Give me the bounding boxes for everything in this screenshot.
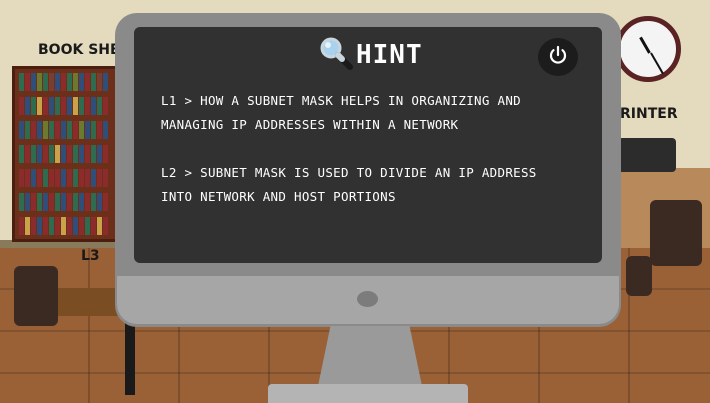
shelf-row <box>19 121 113 139</box>
shelf-row <box>19 217 113 235</box>
power-icon <box>547 44 569 70</box>
printer[interactable] <box>618 138 676 172</box>
monitor-stand-base <box>268 384 468 403</box>
hint-header: HINT <box>318 36 423 74</box>
hint-line: INTO NETWORK AND HOST PORTIONS <box>161 189 396 204</box>
shelf-row <box>19 145 113 163</box>
chair <box>650 200 702 266</box>
wall-clock <box>615 16 681 82</box>
bookshelf-sign: BOOK SHE <box>38 42 120 58</box>
shelf-row <box>19 193 113 211</box>
monitor-power-light <box>357 291 378 307</box>
monitor-stand-neck <box>318 326 422 386</box>
bookshelf <box>12 66 120 242</box>
close-hint-button[interactable] <box>538 38 578 76</box>
shelf-row <box>19 73 113 91</box>
hint-title: HINT <box>356 40 423 70</box>
hint-line: MANAGING IP ADDRESSES WITHIN A NETWORK <box>161 117 459 132</box>
shelf-row <box>19 169 113 187</box>
chair <box>626 256 652 296</box>
printer-sign: RINTER <box>620 106 678 122</box>
magnifier-icon <box>318 36 354 74</box>
hint-line: L2 > SUBNET MASK IS USED TO DIVIDE AN IP… <box>161 165 537 180</box>
hint-line: L1 > HOW A SUBNET MASK HELPS IN ORGANIZI… <box>161 93 521 108</box>
table-label: L3 <box>81 248 100 264</box>
chair <box>14 266 58 326</box>
shelf-row <box>19 97 113 115</box>
